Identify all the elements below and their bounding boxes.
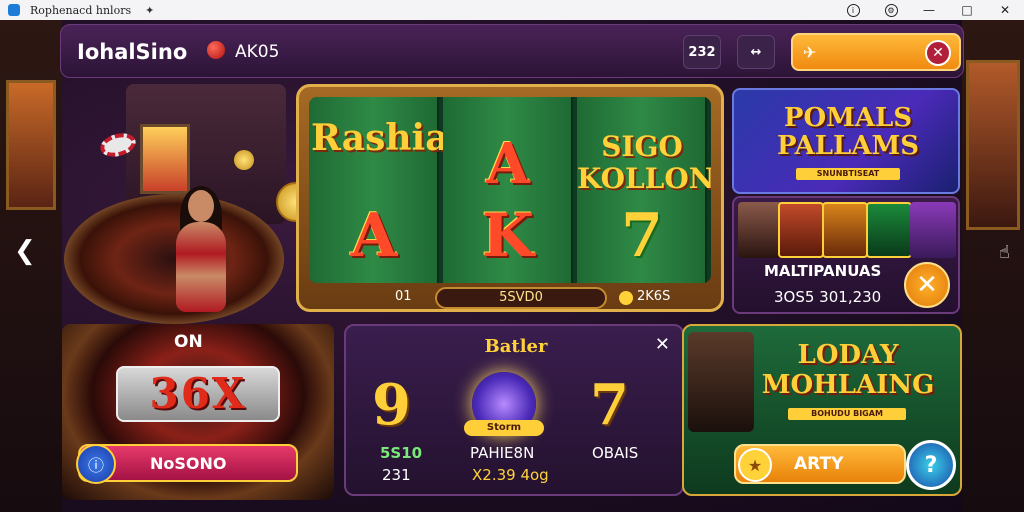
top-bar: IohalSino AK05 232 ↔ ✈ ✕ — [60, 24, 964, 78]
on-label: ON — [174, 332, 203, 352]
slot-machine[interactable]: Rashiai A A K SIGO KOLLON 7 01 5SVD0 2K6… — [296, 84, 724, 312]
settings-icon[interactable]: ⚙ — [872, 0, 910, 20]
maximize-icon[interactable]: □ — [948, 0, 986, 20]
jackpot-amount: 3OS5 301,230 — [774, 288, 882, 306]
promo-bar-button[interactable]: ✈ ✕ — [791, 33, 961, 71]
event-card: LODAY MOHLAING BOHUDU BIGAM ★ ARTY ? — [682, 324, 962, 496]
reel-symbol: 7 — [621, 201, 663, 271]
info-icon: ⓘ — [76, 444, 116, 484]
reel-symbol: K — [481, 201, 535, 271]
app-icon — [8, 4, 20, 16]
event-title: LODAY MOHLAING — [761, 340, 935, 400]
bonus-title: Batler — [484, 336, 548, 357]
window-controls: i ⚙ — □ ✕ — [834, 0, 1024, 20]
hostess-image — [166, 186, 236, 340]
game-thumbnails — [738, 202, 958, 258]
game-thumbnail[interactable] — [910, 202, 956, 258]
promo-subtitle: SNUNBTISEAT — [796, 168, 900, 180]
promo-card[interactable]: POMALS PALLAMS SNUNBTISEAT — [732, 88, 960, 194]
credits-value: 2K6S — [637, 289, 671, 304]
party-button[interactable]: ★ ARTY — [734, 444, 906, 484]
info-icon[interactable]: i — [834, 0, 872, 20]
counter-button[interactable]: 232 — [683, 35, 721, 69]
roulette-card: ON 36X ⓘ NoSONO — [62, 324, 334, 500]
pin-icon[interactable]: ✦ — [145, 4, 154, 17]
pointer-icon[interactable]: ☝ — [999, 242, 1010, 263]
window-titlebar: Rophenacd hnlors ✦ i ⚙ — □ ✕ — [0, 0, 1024, 20]
expand-button[interactable]: ↔ — [737, 35, 775, 69]
minimize-icon[interactable]: — — [910, 0, 948, 20]
event-subtitle: BOHUDU BIGAM — [788, 408, 906, 420]
reel: Rashiai A — [309, 97, 463, 283]
left-stat: 5S10 — [380, 444, 423, 462]
multiplayer-card[interactable]: MALTIPANUAS 3OS5 301,230 ✕ — [732, 196, 960, 314]
star-icon: ★ — [738, 448, 772, 482]
left-number: 9 — [372, 372, 411, 438]
game-thumbnail[interactable] — [822, 202, 868, 258]
game-thumbnail[interactable] — [778, 202, 824, 258]
slot-logo: Rashiai — [311, 117, 463, 159]
ball-icon — [207, 41, 225, 59]
close-icon[interactable]: ✕ — [904, 262, 950, 308]
coin-icon — [619, 291, 633, 305]
reel-symbol: SIGO KOLLON — [577, 130, 711, 195]
slot-status-bar: 01 5SVD0 2K6S — [309, 287, 711, 309]
main-panel: IohalSino AK05 232 ↔ ✈ ✕ Rashiai A A K S… — [60, 24, 964, 500]
close-icon[interactable]: ✕ — [986, 0, 1024, 20]
roulette-button-label: NoSONO — [150, 454, 227, 473]
machine-screen — [140, 124, 190, 194]
party-button-label: ARTY — [794, 454, 844, 474]
poster-image — [966, 60, 1020, 230]
bet-display[interactable]: 5SVD0 — [435, 287, 607, 309]
prev-arrow-icon[interactable]: ❮ — [14, 236, 36, 266]
window-title: Rophenacd hnlors — [30, 3, 132, 17]
orb-label: Storm — [464, 420, 544, 436]
mid-stat-sub: X2.39 4og — [472, 466, 549, 484]
brand-sub: AK05 — [235, 42, 280, 62]
left-stat-sub: 231 — [382, 466, 411, 484]
roulette-play-button[interactable]: ⓘ NoSONO — [76, 444, 298, 484]
line-label: 01 — [395, 289, 412, 304]
backdrop-right — [962, 20, 1024, 512]
poster-image — [6, 80, 56, 210]
coin-icon — [234, 150, 254, 170]
reel-symbol: A — [486, 131, 530, 197]
promo-title: POMALS PALLAMS — [776, 103, 920, 161]
slot-reels: Rashiai A A K SIGO KOLLON 7 — [309, 97, 711, 283]
bird-icon: ✈ — [803, 43, 817, 62]
backdrop-left — [0, 20, 62, 512]
brand-logo[interactable]: IohalSino — [77, 40, 187, 64]
right-number: 7 — [590, 372, 629, 438]
help-icon[interactable]: ? — [906, 440, 956, 490]
reel: A K — [443, 97, 573, 283]
multi-title: MALTIPANUAS — [764, 262, 882, 280]
roulette-number: 36X — [116, 366, 280, 422]
app-root: Rophenacd hnlors ✦ i ⚙ — □ ✕ ❮ ☝ IohalSi… — [0, 0, 1024, 512]
bonus-panel: Batler ✕ 9 Storm 7 5S10 231 PAHIE8N X2.3… — [344, 324, 684, 496]
game-thumbnail[interactable] — [866, 202, 912, 258]
mid-stat: PAHIE8N — [470, 444, 535, 462]
close-icon[interactable]: ✕ — [925, 40, 951, 66]
close-icon[interactable]: ✕ — [655, 334, 670, 355]
right-stat: OBAIS — [592, 444, 639, 462]
reel-symbol: A — [350, 201, 398, 271]
reel: SIGO KOLLON 7 — [577, 97, 711, 283]
